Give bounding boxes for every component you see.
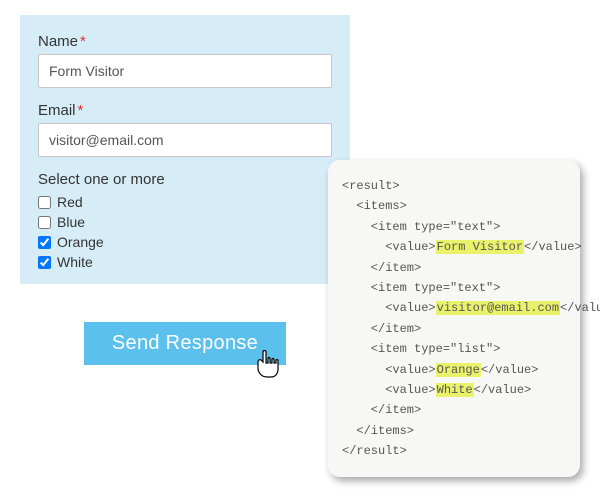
pointer-cursor-icon [255, 350, 281, 380]
code-line: </item> [342, 319, 566, 339]
contact-form: Name* Email* Select one or more Red Blue… [20, 15, 350, 284]
code-line: <value>visitor@email.com</value> [342, 298, 566, 318]
code-line: </item> [342, 400, 566, 420]
code-line: </result> [342, 441, 566, 461]
option-label: Orange [57, 234, 104, 250]
submit-row: Send Response [20, 312, 350, 365]
option-red[interactable]: Red [38, 194, 332, 210]
option-blue[interactable]: Blue [38, 214, 332, 230]
required-mark: * [78, 102, 84, 119]
checkbox-orange[interactable] [38, 236, 51, 249]
code-line: <value>White</value> [342, 380, 566, 400]
required-mark: * [80, 33, 86, 50]
option-white[interactable]: White [38, 254, 332, 270]
code-line: <item type="list"> [342, 339, 566, 359]
option-label: Blue [57, 214, 85, 230]
code-line: <result> [342, 176, 566, 196]
name-label-text: Name [38, 33, 78, 50]
email-label-text: Email [38, 102, 76, 119]
code-line: <value>Form Visitor</value> [342, 237, 566, 257]
highlight: Orange [436, 363, 481, 377]
highlight: White [436, 383, 474, 397]
name-label: Name* [38, 33, 332, 50]
highlight: visitor@email.com [436, 301, 560, 315]
option-label: White [57, 254, 93, 270]
checkbox-blue[interactable] [38, 216, 51, 229]
select-group-label: Select one or more [38, 171, 332, 188]
code-line: <value>Orange</value> [342, 360, 566, 380]
code-line: <item type="text"> [342, 217, 566, 237]
email-input[interactable] [38, 123, 332, 157]
checkbox-red[interactable] [38, 196, 51, 209]
code-line: </item> [342, 258, 566, 278]
xml-result-panel: <result> <items> <item type="text"> <val… [328, 160, 580, 477]
name-input[interactable] [38, 54, 332, 88]
email-label: Email* [38, 102, 332, 119]
checkbox-white[interactable] [38, 256, 51, 269]
highlight: Form Visitor [436, 240, 524, 254]
option-label: Red [57, 194, 83, 210]
code-line: <item type="text"> [342, 278, 566, 298]
code-line: </items> [342, 421, 566, 441]
code-line: <items> [342, 196, 566, 216]
option-orange[interactable]: Orange [38, 234, 332, 250]
